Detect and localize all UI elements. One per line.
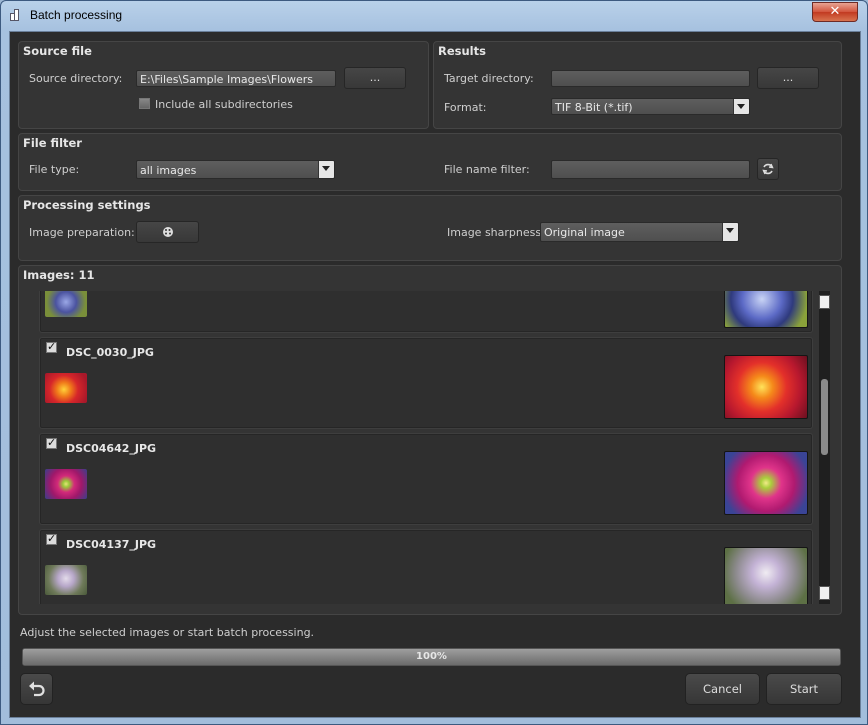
list-item[interactable] xyxy=(39,291,813,333)
target-directory-input[interactable] xyxy=(551,70,750,87)
chevron-down-icon[interactable] xyxy=(318,161,334,178)
refresh-icon xyxy=(762,163,774,175)
image-name: DSC_0030_JPG xyxy=(66,346,154,359)
image-sharpness-label: Image sharpness: xyxy=(447,226,545,239)
source-file-panel: Source file Source directory: E:\Files\S… xyxy=(18,41,429,129)
file-type-value: all images xyxy=(140,164,197,177)
batch-processing-window: Batch processing ✕ Source file Source di… xyxy=(0,0,868,725)
image-list-scrollbar[interactable] xyxy=(819,291,830,604)
image-select-checkbox[interactable] xyxy=(46,340,57,353)
file-filter-panel: File filter File type: all images File n… xyxy=(18,133,842,191)
image-thumbnail-small xyxy=(45,373,87,403)
image-name: DSC04642_JPG xyxy=(66,442,157,455)
image-preparation-button[interactable] xyxy=(136,221,199,243)
results-title: Results xyxy=(438,44,486,58)
image-preparation-label: Image preparation: xyxy=(29,226,135,239)
format-value: TIF 8-Bit (*.tif) xyxy=(555,101,633,114)
image-sharpness-value: Original image xyxy=(544,226,625,239)
image-preview xyxy=(724,291,808,328)
list-item[interactable]: DSC04642_JPG xyxy=(39,433,813,525)
file-name-filter-label: File name filter: xyxy=(444,163,530,176)
list-item[interactable]: DSC_0030_JPG xyxy=(39,337,813,429)
image-thumbnail-small xyxy=(45,291,87,317)
file-type-dropdown[interactable]: all images xyxy=(136,160,335,179)
start-button[interactable]: Start xyxy=(766,673,842,705)
app-icon xyxy=(10,9,22,21)
scroll-down-button[interactable] xyxy=(819,586,830,600)
palette-icon xyxy=(162,227,173,237)
results-panel: Results Target directory: ... Format: TI… xyxy=(433,41,842,129)
images-title: Images: 11 xyxy=(23,268,95,282)
undo-button[interactable] xyxy=(20,673,53,705)
image-name: DSC04137_JPG xyxy=(66,538,157,551)
image-select-checkbox[interactable] xyxy=(46,532,57,545)
image-thumbnail-small xyxy=(45,469,87,499)
scroll-up-button[interactable] xyxy=(819,295,830,309)
format-dropdown[interactable]: TIF 8-Bit (*.tif) xyxy=(551,98,750,115)
image-preview xyxy=(724,547,808,604)
progress-label: 100% xyxy=(416,651,447,662)
image-preview xyxy=(724,355,808,419)
file-filter-title: File filter xyxy=(23,136,82,150)
processing-settings-title: Processing settings xyxy=(23,198,151,212)
source-browse-button[interactable]: ... xyxy=(344,67,406,89)
undo-icon xyxy=(28,681,45,697)
image-list[interactable]: DSC_0030_JPG DSC04642_JPG DSC04137_JPG xyxy=(19,291,829,604)
list-item[interactable]: DSC04137_JPG xyxy=(39,529,813,604)
source-directory-input[interactable]: E:\Files\Sample Images\Flowers xyxy=(136,70,336,87)
window-title: Batch processing xyxy=(30,8,123,22)
chevron-down-icon[interactable] xyxy=(733,99,749,114)
source-directory-label: Source directory: xyxy=(29,72,123,85)
target-directory-label: Target directory: xyxy=(444,72,534,85)
reset-filter-button[interactable] xyxy=(757,158,779,180)
include-subdirectories-checkbox[interactable] xyxy=(139,98,150,109)
file-type-label: File type: xyxy=(29,163,80,176)
progress-bar: 100% xyxy=(22,648,841,666)
close-button[interactable]: ✕ xyxy=(812,2,858,22)
image-preview xyxy=(724,451,808,515)
image-select-checkbox[interactable] xyxy=(46,436,57,449)
status-text: Adjust the selected images or start batc… xyxy=(20,626,315,639)
image-sharpness-dropdown[interactable]: Original image xyxy=(540,222,739,242)
image-thumbnail-small xyxy=(45,565,87,595)
target-browse-button[interactable]: ... xyxy=(757,67,819,89)
include-subdirectories-label: Include all subdirectories xyxy=(155,98,293,111)
chevron-down-icon[interactable] xyxy=(722,223,738,241)
processing-settings-panel: Processing settings Image preparation: I… xyxy=(18,195,842,261)
title-bar[interactable]: Batch processing ✕ xyxy=(1,1,867,31)
scrollbar-thumb[interactable] xyxy=(821,379,828,455)
cancel-button[interactable]: Cancel xyxy=(685,673,760,705)
format-label: Format: xyxy=(444,101,487,114)
file-name-filter-input[interactable] xyxy=(551,160,750,179)
source-file-title: Source file xyxy=(23,44,92,58)
